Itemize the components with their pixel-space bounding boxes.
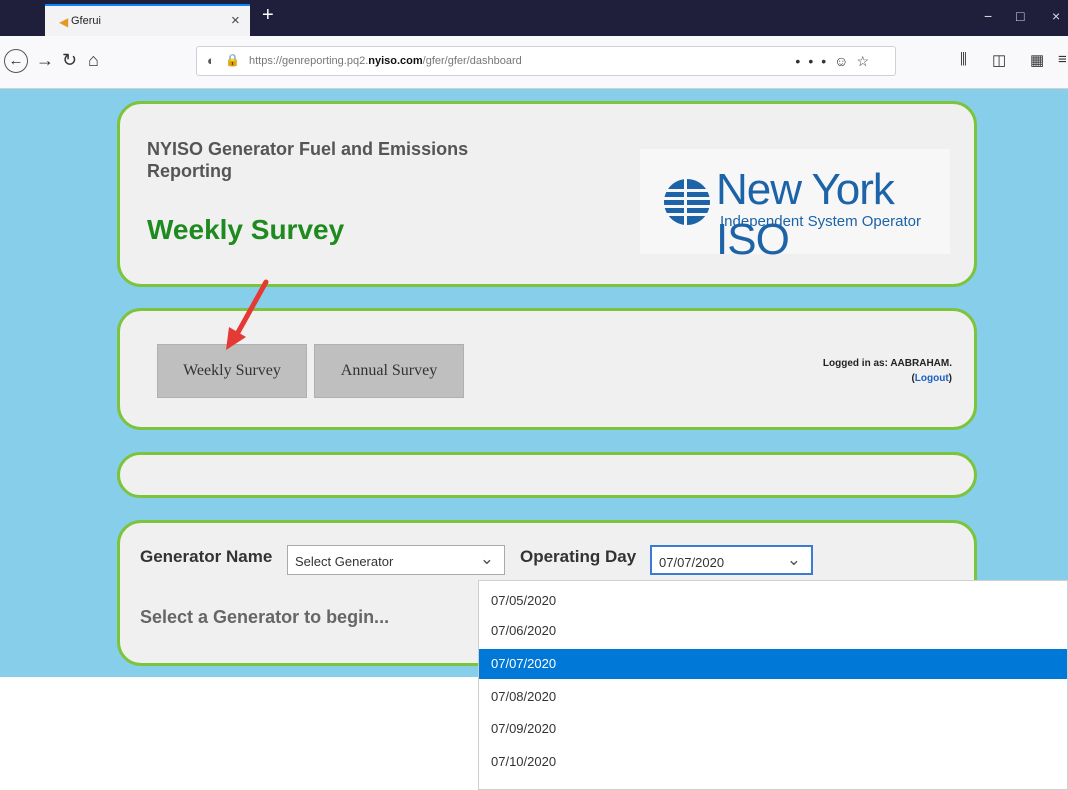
page-title: Weekly Survey — [147, 214, 345, 245]
minimize-icon[interactable]: − — [984, 8, 992, 24]
operating-day-select[interactable]: 07/07/2020 ⌄ — [650, 545, 813, 575]
nav-card: Weekly Survey Annual Survey Logged in as… — [117, 308, 977, 430]
reload-icon[interactable]: ↻ — [62, 50, 77, 71]
nyiso-globe-icon — [664, 179, 710, 225]
login-status: Logged in as: AABRAHAM. (Logout) — [823, 356, 952, 386]
weekly-survey-button[interactable]: Weekly Survey — [157, 344, 307, 398]
browser-nav-bar: ← → ↻ ⌂ ◐ 🔒 https://genreporting.pq2.nyi… — [0, 36, 1068, 89]
nyiso-logo: New York ISO Independent System Operator — [640, 149, 950, 264]
logout-link[interactable]: Logout — [915, 373, 949, 384]
home-icon[interactable]: ⌂ — [88, 50, 99, 71]
sidebar-icon[interactable]: ◫ — [992, 51, 1006, 69]
chevron-down-icon: ⌄ — [786, 550, 801, 569]
extensions-icon[interactable]: ▦ — [1030, 51, 1044, 69]
generator-name-label: Generator Name — [140, 547, 273, 566]
browser-tab[interactable]: ◀ Gferui × — [45, 4, 250, 36]
maximize-icon[interactable]: □ — [1016, 8, 1024, 24]
browser-tab-bar: ◀ Gferui × + − □ × — [0, 0, 1068, 36]
back-icon[interactable]: ← — [4, 49, 28, 73]
logged-in-label: Logged in as: AABRAHAM. — [822, 358, 952, 369]
pocket-icon[interactable]: ☺ — [834, 53, 856, 69]
operating-day-label: Operating Day — [520, 547, 637, 566]
logout-paren-close: ) — [948, 373, 952, 384]
generator-select-value: Select Generator — [295, 554, 394, 569]
url-text[interactable]: https://genreporting.pq2.nyiso.com/gfer/… — [249, 55, 522, 67]
menu-icon[interactable]: ≡ — [1058, 51, 1067, 68]
generator-select[interactable]: Select Generator ⌄ — [287, 545, 505, 575]
more-actions-icon[interactable]: ••• — [795, 53, 834, 69]
shield-icon[interactable]: ◐ — [207, 53, 215, 68]
select-generator-prompt: Select a Generator to begin... — [140, 607, 390, 627]
lock-icon[interactable]: 🔒 — [225, 53, 240, 67]
annual-survey-button[interactable]: Annual Survey — [314, 344, 464, 398]
dropdown-option-selected[interactable]: 07/07/2020 — [479, 649, 1067, 679]
operating-day-value: 07/07/2020 — [659, 555, 725, 570]
logo-subtitle: Independent System Operator — [720, 213, 921, 230]
url-bar[interactable]: ◐ 🔒 https://genreporting.pq2.nyiso.com/g… — [196, 46, 896, 76]
logout-wrapper: (Logout) — [823, 371, 952, 386]
favicon-icon: ◀ — [59, 15, 69, 29]
dropdown-option[interactable]: 07/06/2020 — [479, 616, 1067, 646]
dropdown-option[interactable]: 07/08/2020 — [479, 682, 1067, 712]
app-title: NYISO Generator Fuel and Emissions Repor… — [147, 139, 469, 181]
window-close-icon[interactable]: × — [1052, 8, 1060, 24]
dropdown-option[interactable]: 07/10/2020 — [479, 747, 1067, 777]
tab-title: Gferui — [71, 15, 101, 27]
forward-icon[interactable]: → — [36, 50, 54, 71]
chevron-down-icon: ⌄ — [479, 549, 494, 568]
bookmark-star-icon[interactable]: ☆ — [856, 53, 877, 69]
library-icon[interactable]: ⫼ — [960, 51, 967, 68]
url-actions: •••☺☆ — [795, 53, 877, 70]
dropdown-option[interactable]: 07/09/2020 — [479, 714, 1067, 744]
header-card: NYISO Generator Fuel and Emissions Repor… — [117, 101, 977, 287]
message-card — [117, 452, 977, 498]
dropdown-option[interactable]: 07/05/2020 — [479, 586, 1067, 616]
close-tab-icon[interactable]: × — [231, 12, 240, 29]
new-tab-icon[interactable]: + — [262, 4, 274, 27]
operating-day-dropdown[interactable]: 07/05/2020 07/06/2020 07/07/2020 07/08/2… — [478, 580, 1068, 790]
